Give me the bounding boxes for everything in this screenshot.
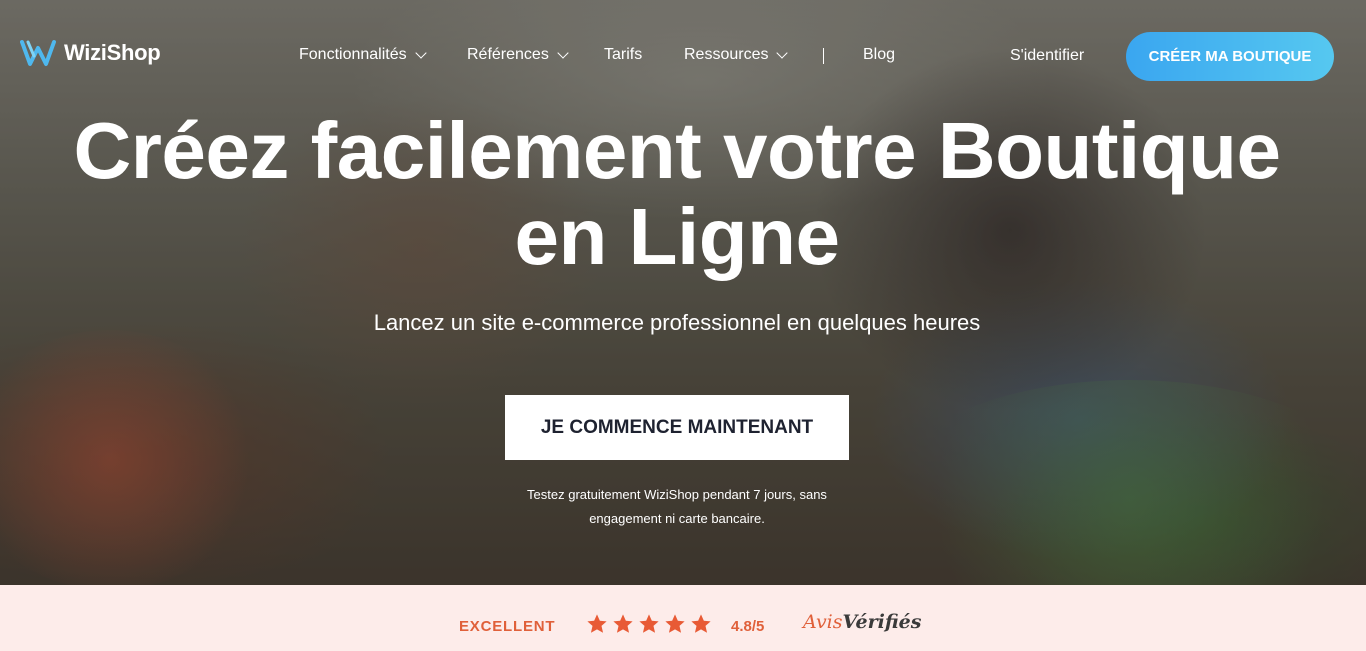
nav-item-label: Ressources <box>684 46 769 63</box>
signin-link[interactable]: S'identifier <box>1010 47 1084 65</box>
hero-headline: Créez facilement votre Boutique en Ligne <box>0 108 1354 280</box>
rating-label: EXCELLENT <box>459 618 556 635</box>
trial-note: Testez gratuitement WiziShop pendant 7 j… <box>0 483 1354 531</box>
wizishop-logo[interactable]: WiziShop <box>20 38 161 68</box>
trial-note-line2: engagement ni carte bancaire. <box>589 511 765 526</box>
nav-item-tarifs[interactable]: Tarifs <box>604 46 642 64</box>
star-icon <box>665 614 685 633</box>
hero-headline-line1: Créez facilement votre Boutique <box>73 106 1282 195</box>
rating-score: 4.8/5 <box>731 618 765 635</box>
star-icon <box>613 614 633 633</box>
avis-verifies-part2: Vérifiés <box>842 611 922 633</box>
star-icon <box>639 614 659 633</box>
nav-item-label: Références <box>467 46 549 63</box>
rating-stars <box>586 613 712 635</box>
trial-note-line1: Testez gratuitement WiziShop pendant 7 j… <box>527 487 827 502</box>
nav-item-references[interactable]: Références <box>467 46 569 64</box>
chevron-down-icon <box>776 47 789 59</box>
logo-text: WiziShop <box>64 40 161 65</box>
chevron-down-icon <box>557 47 569 59</box>
nav-item-fonctionnalites[interactable]: Fonctionnalités <box>299 46 427 64</box>
hero-subtitle: Lancez un site e-commerce professionnel … <box>373 310 981 335</box>
site-header: WiziShop Fonctionnalités Références Tari… <box>0 0 1366 112</box>
nav-item-ressources[interactable]: Ressources <box>684 46 789 64</box>
nav-item-label: Blog <box>863 46 896 63</box>
star-icon <box>587 614 607 633</box>
hero-section: WiziShop Fonctionnalités Références Tari… <box>0 0 1366 585</box>
wizishop-logo-icon <box>20 40 56 66</box>
nav-item-blog[interactable]: Blog <box>863 46 895 64</box>
nav-item-label: Fonctionnalités <box>299 46 407 63</box>
nav-divider <box>823 48 824 64</box>
nav-item-label: Tarifs <box>604 46 643 63</box>
hero-plants-left <box>0 330 260 585</box>
ratings-bar: EXCELLENT 4.8/5 AvisVérifiés <box>0 585 1366 651</box>
avis-verifies-logo[interactable]: AvisVérifiés <box>803 611 921 633</box>
star-icon <box>691 614 711 633</box>
avis-verifies-part1: Avis <box>803 611 843 633</box>
create-shop-button[interactable]: CRÉER MA BOUTIQUE <box>1126 32 1334 81</box>
start-now-button[interactable]: JE COMMENCE MAINTENANT <box>505 395 849 460</box>
chevron-down-icon <box>414 47 427 59</box>
hero-headline-line2: en Ligne <box>514 192 840 281</box>
